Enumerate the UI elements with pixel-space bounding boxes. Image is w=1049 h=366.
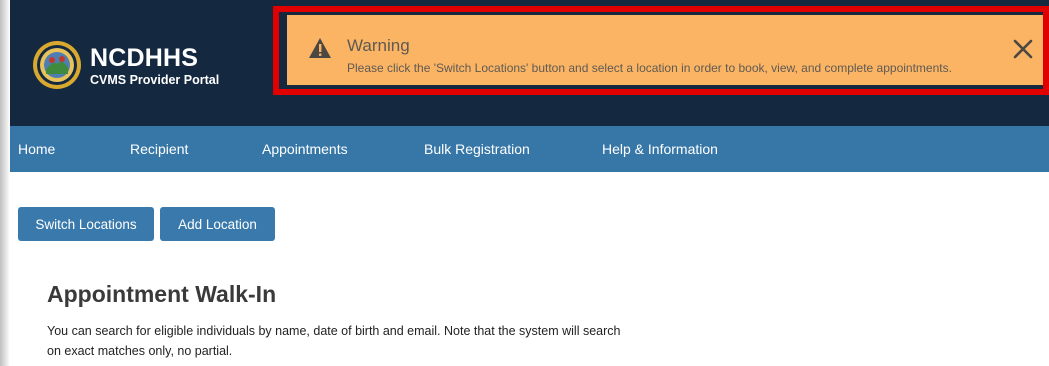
add-location-button[interactable]: Add Location xyxy=(160,207,275,241)
warning-alert-highlight: Warning Please click the 'Switch Locatio… xyxy=(273,6,1049,95)
nav-item-recipient[interactable]: Recipient xyxy=(130,141,188,157)
switch-locations-button[interactable]: Switch Locations xyxy=(18,207,154,241)
brand-subtitle: CVMS Provider Portal xyxy=(90,73,220,87)
main-nav: Home Recipient Appointments Bulk Registr… xyxy=(10,126,1049,172)
page-description: You can search for eligible individuals … xyxy=(47,324,621,358)
warning-alert: Warning Please click the 'Switch Locatio… xyxy=(287,15,1043,85)
left-shadow xyxy=(0,0,10,366)
nav-item-home[interactable]: Home xyxy=(18,141,55,157)
nav-item-bulk-registration[interactable]: Bulk Registration xyxy=(424,141,530,157)
warning-message: Please click the 'Switch Locations' butt… xyxy=(347,61,952,75)
nav-item-appointments[interactable]: Appointments xyxy=(262,141,348,157)
brand-title: NCDHHS xyxy=(90,44,199,72)
page-title: Appointment Walk-In xyxy=(47,281,277,307)
nc-seal-logo[interactable] xyxy=(32,40,82,90)
nav-item-help-information[interactable]: Help & Information xyxy=(602,141,718,157)
warning-title: Warning xyxy=(347,36,410,55)
close-icon[interactable] xyxy=(1013,39,1033,59)
warning-triangle-icon xyxy=(309,38,331,58)
